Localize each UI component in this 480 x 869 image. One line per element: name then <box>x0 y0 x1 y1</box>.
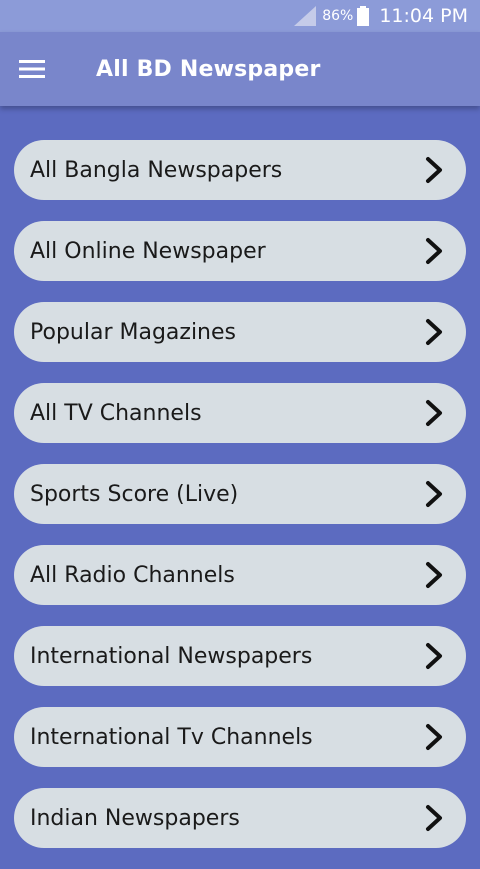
menu-item-all-bangla-newspapers[interactable]: All Bangla Newspapers <box>14 140 466 200</box>
menu-item-label: All Radio Channels <box>30 562 235 588</box>
signal-icon <box>294 6 317 26</box>
chevron-right-icon <box>424 804 444 832</box>
menu-item-label: International Tv Channels <box>30 724 313 750</box>
menu-item-sports-score-live[interactable]: Sports Score (Live) <box>14 464 466 524</box>
battery-icon <box>357 6 370 26</box>
menu-item-label: Sports Score (Live) <box>30 481 239 507</box>
app-title: All BD Newspaper <box>96 56 321 82</box>
menu-item-label: International Newspapers <box>30 643 313 669</box>
menu-item-label: All TV Channels <box>30 400 202 426</box>
app-bar: All BD Newspaper <box>0 32 480 106</box>
menu-item-international-tv-channels[interactable]: International Tv Channels <box>14 707 466 767</box>
menu-item-label: Popular Magazines <box>30 319 236 345</box>
chevron-right-icon <box>424 318 444 346</box>
menu-item-popular-magazines[interactable]: Popular Magazines <box>14 302 466 362</box>
chevron-right-icon <box>424 399 444 427</box>
chevron-right-icon <box>424 723 444 751</box>
chevron-right-icon <box>424 642 444 670</box>
chevron-right-icon <box>424 237 444 265</box>
menu-item-international-newspapers[interactable]: International Newspapers <box>14 626 466 686</box>
battery-percent: 86% <box>322 8 354 24</box>
menu-item-label: All Bangla Newspapers <box>30 157 283 183</box>
hamburger-menu-icon[interactable] <box>16 53 48 85</box>
chevron-right-icon <box>424 156 444 184</box>
menu-item-label: Indian Newspapers <box>30 805 240 831</box>
menu-item-label: All Online Newspaper <box>30 238 266 264</box>
menu-item-all-radio-channels[interactable]: All Radio Channels <box>14 545 466 605</box>
menu-list: All Bangla Newspapers All Online Newspap… <box>14 140 466 869</box>
menu-item-indian-newspapers[interactable]: Indian Newspapers <box>14 788 466 848</box>
menu-item-all-online-newspaper[interactable]: All Online Newspaper <box>14 221 466 281</box>
status-time: 11:04 PM <box>379 5 468 27</box>
chevron-right-icon <box>424 561 444 589</box>
chevron-right-icon <box>424 480 444 508</box>
status-bar: 86% 11:04 PM <box>0 0 480 32</box>
menu-item-all-tv-channels[interactable]: All TV Channels <box>14 383 466 443</box>
